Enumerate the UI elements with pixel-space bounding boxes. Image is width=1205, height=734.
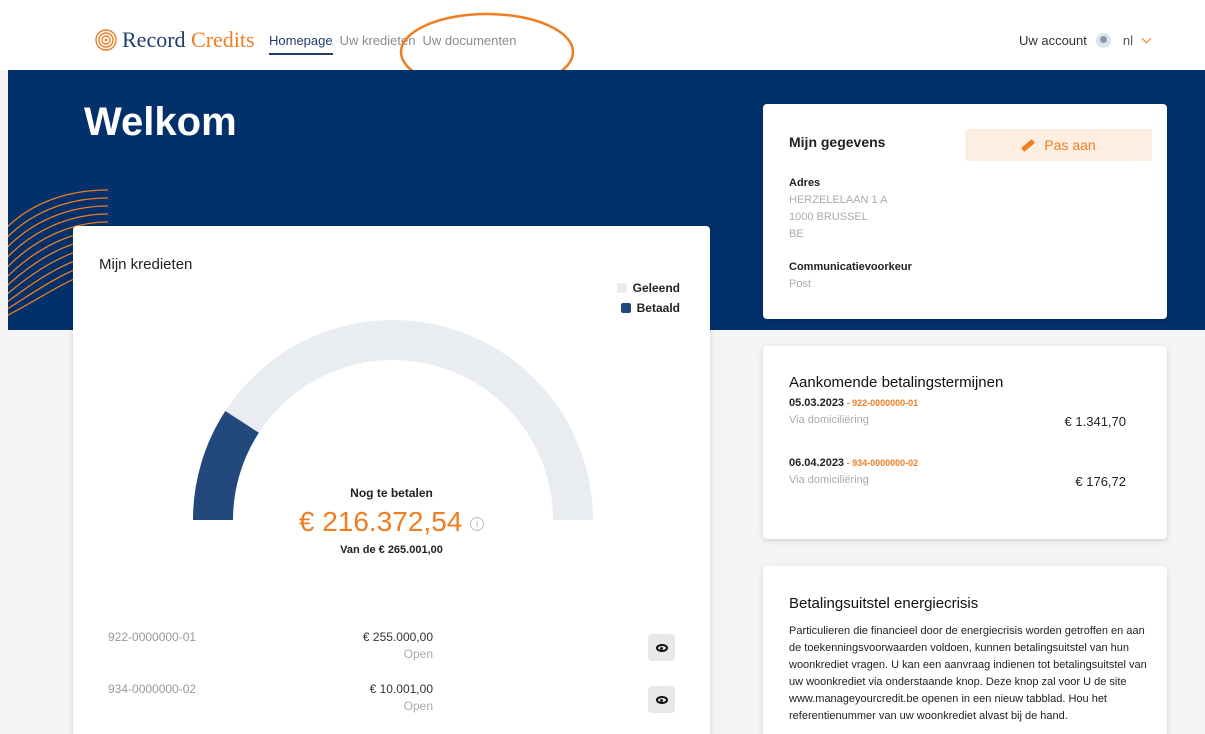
language-selector[interactable]: nl [1123,33,1133,48]
upcoming-payments-title: Aankomende betalingstermijnen [789,374,1004,391]
address-label: Adres [789,177,821,189]
loan-amount: € 10.001,00 [369,682,433,696]
edit-details-button[interactable]: Pas aan [965,129,1152,161]
payment-date: 05.03.2023 - 922-0000000-01 [789,397,919,409]
loan-number: 934-0000000-02 [108,682,197,696]
page-title: Welkom [84,100,237,144]
loan-status: Open [403,647,433,661]
gauge-label: Nog te betalen [350,486,433,500]
record-credits-logo[interactable]: Record Credits [95,27,255,53]
energy-crisis-card: Betalingsuitstel energiecrisis Particuli… [763,566,1167,734]
communication-value: Post [789,278,812,290]
credits-card: Mijn kredieten Geleend Betaald Nog te be… [73,226,710,734]
account-menu[interactable]: Uw account nl [1018,33,1152,48]
legend-item-betaald: Betaald [617,301,680,315]
payment-item: 05.03.2023 - 922-0000000-01 Via domicili… [789,397,1149,429]
energy-crisis-body: Particulieren die financieel door de ene… [789,625,1147,722]
legend-item-geleend: Geleend [616,281,680,295]
total-amount: Van de € 265.001,00 [340,544,443,556]
remaining-amount: € 216.372,54 i [73,506,710,538]
payment-amount: € 176,72 [1075,474,1126,489]
loan-row: 922-0000000-01 € 255.000,00 Open [73,630,710,670]
chevron-down-icon[interactable] [1141,33,1152,44]
details-card-title: Mijn gegevens [789,134,886,150]
view-loan-button[interactable] [648,634,675,661]
main-nav: Homepage Uw kredieten Uw documenten [269,33,523,55]
energy-crisis-title: Betalingsuitstel energiecrisis [789,595,979,612]
nav-uw-kredieten[interactable]: Uw kredieten [340,33,416,55]
address-line-3: BE [789,228,804,240]
top-navigation-bar: Record Credits Homepage Uw kredieten Uw … [0,0,1205,92]
loan-status: Open [403,699,433,713]
loan-number: 922-0000000-01 [108,630,197,644]
upcoming-payments-card: Aankomende betalingstermijnen 05.03.2023… [763,346,1167,539]
credits-card-title: Mijn kredieten [99,256,193,273]
loan-amount: € 255.000,00 [362,630,433,644]
payment-amount: € 1.341,70 [1064,414,1126,429]
account-label: Uw account [1018,33,1087,48]
details-card: Mijn gegevens Pas aan Adres HERZELELAAN … [763,104,1167,319]
pencil-icon [1021,138,1036,152]
info-icon[interactable]: i [470,516,485,531]
payment-date: 06.04.2023 - 934-0000000-02 [789,457,919,469]
legend-swatch-geleend [616,283,627,293]
loan-row: 934-0000000-02 € 10.001,00 Open [73,682,710,722]
legend-swatch-betaald [620,303,631,313]
eye-icon [655,643,668,652]
payment-item: 06.04.2023 - 934-0000000-02 Via domicili… [789,457,1149,489]
logo-text: Record Credits [122,27,255,52]
view-loan-button[interactable] [648,686,675,713]
eye-icon [655,695,668,704]
chart-legend: Geleend Betaald [616,281,680,321]
edit-label: Pas aan [1044,137,1096,153]
logo-swirl-icon [95,29,117,51]
nav-uw-documenten[interactable]: Uw documenten [422,33,516,55]
address-line-1: HERZELELAAN 1 A [789,194,888,206]
nav-homepage[interactable]: Homepage [269,33,333,55]
communication-label: Communicatievoorkeur [789,261,912,273]
address-line-2: 1000 BRUSSEL [789,211,868,223]
user-avatar-icon [1095,33,1111,48]
